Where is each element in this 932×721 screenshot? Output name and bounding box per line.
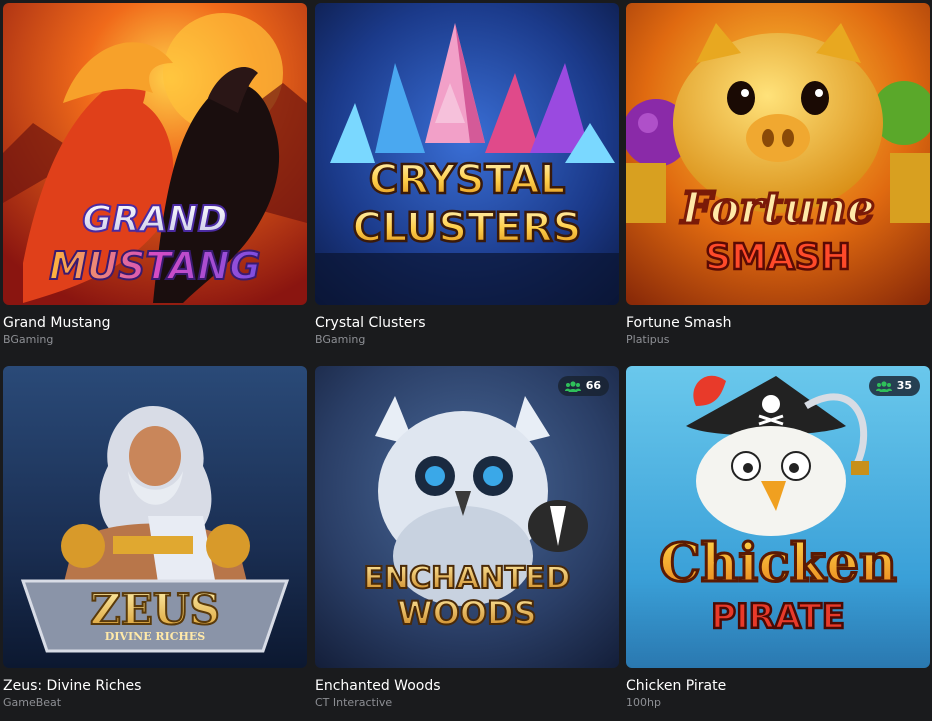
art-title-line2: MUSTANG	[49, 244, 260, 288]
players-icon	[875, 380, 892, 392]
game-card-enchanted-woods[interactable]: ENCHANTED WOODS 66 Enchanted Woods CT In…	[315, 366, 619, 710]
art-title-line1: ENCHANTED	[364, 561, 571, 596]
art-title-line1: CRYSTAL	[369, 157, 565, 203]
game-thumbnail[interactable]: Chicken PIRATE 35	[626, 366, 930, 668]
game-title[interactable]: Chicken Pirate	[626, 677, 930, 695]
game-provider: BGaming	[3, 333, 54, 346]
game-provider: BGaming	[315, 333, 366, 346]
players-count: 35	[896, 379, 912, 392]
game-artwork: ZEUS DIVINE RICHES	[3, 366, 307, 668]
game-title[interactable]: Enchanted Woods	[315, 677, 619, 695]
game-artwork: Fortune SMASH	[626, 3, 930, 305]
players-count: 66	[585, 379, 601, 392]
game-title[interactable]: Zeus: Divine Riches	[3, 677, 307, 695]
game-thumbnail[interactable]: Fortune SMASH	[626, 3, 930, 305]
art-title-line2: SMASH	[705, 237, 851, 278]
game-artwork: Chicken PIRATE	[626, 366, 930, 668]
game-card-chicken-pirate[interactable]: Chicken PIRATE 35 Chicken Pirate 100hp	[626, 366, 930, 710]
game-card-grand-mustang[interactable]: GRAND MUSTANG Grand Mustang BGaming	[3, 3, 307, 347]
game-card-zeus-divine-riches[interactable]: ZEUS DIVINE RICHES Zeus: Divine Riches G…	[3, 366, 307, 710]
art-title-line1: Chicken	[659, 533, 897, 594]
game-provider: Platipus	[626, 333, 670, 346]
game-card-crystal-clusters[interactable]: CRYSTAL CLUSTERS Crystal Clusters BGamin…	[315, 3, 619, 347]
game-provider: 100hp	[626, 696, 661, 709]
game-card-fortune-smash[interactable]: Fortune SMASH Fortune Smash Platipus	[626, 3, 930, 347]
art-title-line1: GRAND	[82, 199, 227, 240]
art-title-line1: ZEUS	[90, 585, 220, 634]
game-thumbnail[interactable]: ENCHANTED WOODS 66	[315, 366, 619, 668]
game-thumbnail[interactable]: CRYSTAL CLUSTERS	[315, 3, 619, 305]
art-title-line2: CLUSTERS	[353, 205, 582, 251]
game-artwork: GRAND MUSTANG	[3, 3, 307, 305]
game-title[interactable]: Grand Mustang	[3, 314, 307, 332]
players-badge: 66	[557, 376, 609, 396]
game-artwork: ENCHANTED WOODS	[315, 366, 619, 668]
game-title[interactable]: Crystal Clusters	[315, 314, 619, 332]
players-badge: 35	[868, 376, 920, 396]
game-provider: GameBeat	[3, 696, 62, 709]
game-provider: CT Interactive	[315, 696, 393, 709]
game-artwork: CRYSTAL CLUSTERS	[315, 3, 619, 305]
players-icon	[564, 380, 581, 392]
art-title-line2: DIVINE RICHES	[105, 630, 205, 643]
game-thumbnail[interactable]: GRAND MUSTANG	[3, 3, 307, 305]
game-grid: GRAND MUSTANG Grand Mustang BGaming CRYS…	[0, 0, 932, 721]
art-title-line1: Fortune	[679, 183, 875, 234]
game-thumbnail[interactable]: ZEUS DIVINE RICHES	[3, 366, 307, 668]
game-title[interactable]: Fortune Smash	[626, 314, 930, 332]
art-title-line2: PIRATE	[711, 597, 845, 637]
art-title-line2: WOODS	[397, 594, 536, 632]
